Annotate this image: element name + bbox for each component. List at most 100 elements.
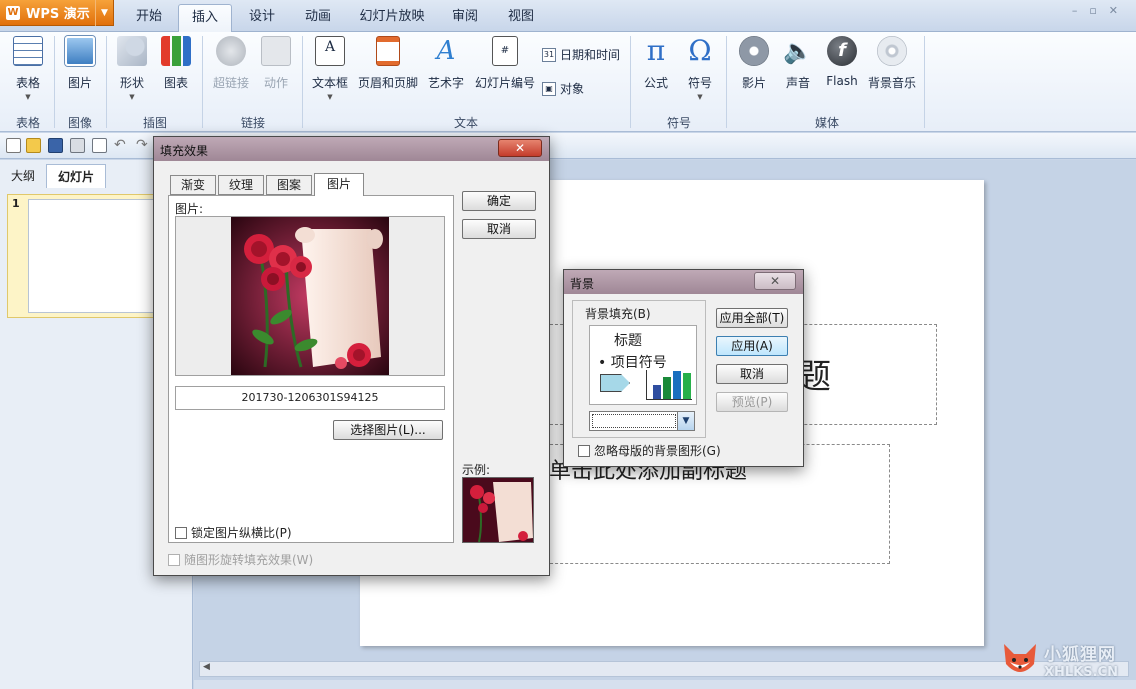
app-name: WPS 演示 — [26, 7, 90, 22]
tab-outline[interactable]: 大纲 — [2, 164, 44, 188]
symbol-button[interactable]: Ω 符号 ▼ — [680, 34, 720, 102]
wordart-icon: A — [436, 36, 456, 66]
calendar-icon: 31 — [542, 47, 556, 62]
cancel-button[interactable]: 取消 — [462, 219, 536, 239]
omega-icon: Ω — [688, 34, 712, 67]
tab-design[interactable]: 设计 — [238, 4, 286, 32]
group-label-symbol: 符号 — [666, 116, 691, 130]
scroll-left-icon[interactable]: ◀ — [203, 662, 210, 672]
open-folder-icon[interactable] — [26, 138, 41, 153]
close-icon: ✕ — [769, 274, 781, 288]
header-footer-button[interactable]: 页眉和页脚 — [356, 36, 420, 91]
ok-button[interactable]: 确定 — [462, 191, 536, 211]
tab-picture[interactable]: 图片 — [314, 173, 364, 196]
rotate-with-shape-checkbox[interactable]: 随图形旋转填充效果(W) — [168, 551, 313, 568]
tab-slideshow[interactable]: 幻灯片放映 — [352, 4, 432, 32]
symbol-label: 符号 — [687, 76, 712, 90]
apply-button[interactable]: 应用(A) — [716, 336, 788, 356]
group-label-image: 图像 — [67, 116, 92, 130]
tab-gradient[interactable]: 渐变 — [170, 175, 216, 195]
picture-button[interactable]: 图片 — [60, 36, 100, 91]
table-icon — [13, 36, 43, 66]
tab-review[interactable]: 审阅 — [442, 4, 488, 32]
tab-slides[interactable]: 幻灯片 — [46, 164, 106, 188]
print-icon[interactable] — [70, 138, 85, 153]
picture-label: 图片: — [175, 202, 204, 216]
background-music-label: 背景音乐 — [867, 76, 916, 90]
shape-button[interactable]: 形状 ▼ — [112, 36, 152, 101]
textbox-button[interactable]: A 文本框 ▼ — [308, 36, 352, 101]
picture-icon — [65, 36, 95, 66]
group-label-media: 媒体 — [814, 116, 839, 130]
tab-insert[interactable]: 插入 — [178, 4, 232, 32]
movie-button[interactable]: 影片 — [734, 36, 774, 91]
hyperlink-button[interactable]: 超链接 — [210, 36, 252, 91]
app-menu-button[interactable]: W WPS 演示 ▼ — [0, 0, 114, 26]
save-icon[interactable] — [48, 138, 63, 153]
preview-mini-chart — [646, 370, 692, 400]
apply-all-button[interactable]: 应用全部(T) — [716, 308, 788, 328]
chevron-down-icon: ▼ — [697, 93, 703, 101]
formula-button[interactable]: π 公式 — [636, 36, 676, 91]
background-preview: 标题 • 项目符号 — [589, 325, 697, 405]
checkbox-box — [578, 444, 590, 457]
new-file-icon[interactable] — [6, 138, 21, 153]
datetime-label: 日期和时间 — [560, 48, 621, 62]
wordart-button[interactable]: A 艺术字 — [424, 36, 468, 91]
action-button[interactable]: 动作 — [256, 36, 296, 91]
object-button[interactable]: ▣ 对象 — [542, 80, 584, 97]
background-fill-label: 背景填充(B) — [585, 307, 651, 321]
sound-label: 声音 — [785, 76, 810, 90]
watermark-cn: 小狐狸网 — [1044, 645, 1116, 665]
pi-icon: π — [646, 34, 666, 67]
cancel-button[interactable]: 取消 — [716, 364, 788, 384]
preview-button[interactable]: 预览(P) — [716, 392, 788, 412]
close-button[interactable]: ✕ — [754, 272, 796, 290]
chart-button[interactable]: 图表 — [156, 36, 196, 91]
window-controls[interactable]: –▫✕ — [1072, 4, 1130, 17]
rose-picture — [231, 217, 389, 375]
tab-view[interactable]: 视图 — [498, 4, 544, 32]
group-label-illustration: 插图 — [142, 116, 167, 130]
sample-label: 示例: — [462, 463, 491, 477]
background-dialog: 背景 ✕ 背景填充(B) 标题 • 项目符号 ▼ 应用全部(T) 应用(A) 取… — [563, 269, 804, 467]
preview-arrow-shape — [600, 374, 630, 392]
action-icon — [261, 36, 291, 66]
action-label: 动作 — [263, 76, 288, 90]
flash-button[interactable]: f Flash — [822, 36, 862, 88]
preview-bar — [683, 373, 691, 399]
app-menu-dropdown-icon[interactable]: ▼ — [95, 0, 113, 26]
group-separator — [630, 36, 631, 128]
group-label-table: 表格 — [15, 116, 40, 130]
background-music-button[interactable]: 背景音乐 — [866, 36, 918, 91]
fill-color-value — [592, 414, 676, 428]
object-icon: ▣ — [542, 81, 556, 96]
close-icon: ✕ — [514, 141, 526, 155]
datetime-button[interactable]: 31 日期和时间 — [542, 46, 620, 63]
fill-color-dropdown[interactable]: ▼ — [589, 411, 695, 431]
wordart-label: 艺术字 — [427, 76, 464, 90]
close-button[interactable]: ✕ — [498, 139, 542, 157]
preview-bullet-text: 项目符号 — [610, 355, 667, 371]
preview-title: 标题 — [614, 333, 642, 349]
chevron-down-icon[interactable]: ▼ — [677, 412, 694, 430]
tab-home[interactable]: 开始 — [124, 4, 174, 32]
preview-bar — [673, 371, 681, 399]
select-picture-button[interactable]: 选择图片(L)... — [333, 420, 443, 440]
status-bar — [194, 680, 1136, 689]
object-label: 对象 — [560, 82, 585, 96]
sound-button[interactable]: 🔈 声音 — [778, 36, 818, 91]
menu-tab-bar: W WPS 演示 ▼ 开始 插入 设计 动画 幻灯片放映 审阅 视图 –▫✕ — [0, 0, 1136, 32]
redo-icon[interactable]: ↷ — [136, 138, 151, 153]
ignore-master-graphics-checkbox[interactable]: 忽略母版的背景图形(G) — [578, 442, 721, 459]
tab-texture[interactable]: 纹理 — [218, 175, 264, 195]
tab-pattern[interactable]: 图案 — [266, 175, 312, 195]
table-button[interactable]: 表格 ▼ — [8, 36, 48, 101]
group-separator — [202, 36, 203, 128]
print-preview-icon[interactable] — [92, 138, 107, 153]
lock-aspect-checkbox[interactable]: 锁定图片纵横比(P) — [175, 524, 292, 541]
tab-animation[interactable]: 动画 — [294, 4, 342, 32]
horizontal-scrollbar[interactable]: ◀ — [199, 661, 1129, 677]
undo-icon[interactable]: ↶ — [114, 138, 129, 153]
slide-number-button[interactable]: # 幻灯片编号 — [472, 36, 538, 91]
